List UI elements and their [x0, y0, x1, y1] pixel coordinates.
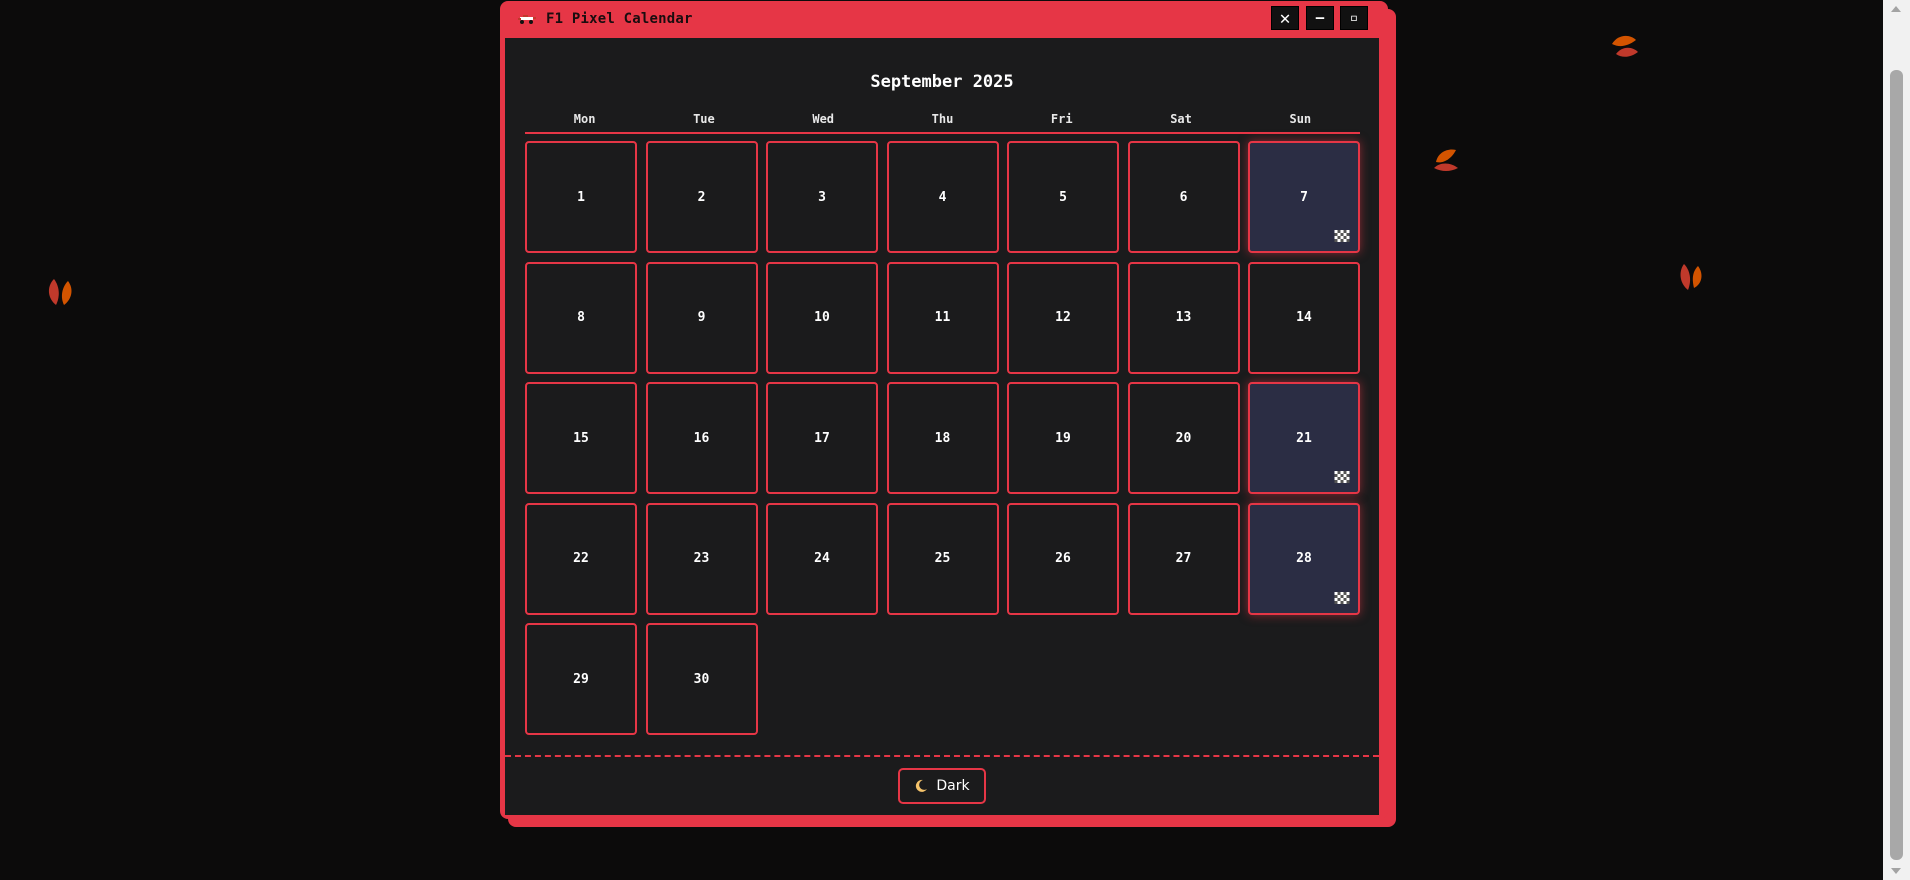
- calendar-window: F1 Pixel Calendar ✕ – ▫ September 2025 M…: [500, 1, 1388, 819]
- leaf-icon: [1612, 35, 1638, 57]
- weekday-label: Sat: [1170, 112, 1192, 126]
- day-cell[interactable]: 23: [645, 502, 758, 615]
- day-cell[interactable]: 8: [525, 261, 637, 374]
- day-cell[interactable]: 18: [886, 382, 999, 494]
- window-title: F1 Pixel Calendar: [546, 11, 693, 27]
- weekday-label: Thu: [931, 112, 954, 126]
- day-cell[interactable]: 6: [1127, 141, 1240, 253]
- day-number: 8: [577, 310, 585, 325]
- day-number: 23: [693, 551, 710, 566]
- day-cell[interactable]: 20: [1127, 382, 1240, 494]
- title-bar[interactable]: F1 Pixel Calendar ✕ – ▫: [500, 1, 1388, 38]
- scroll-up-icon[interactable]: [1891, 6, 1901, 12]
- day-number: 6: [1179, 189, 1188, 205]
- calendar-panel: September 2025 Mon Tue Wed Thu Fri Sat S…: [505, 38, 1379, 815]
- day-cell[interactable]: 27: [1127, 502, 1240, 615]
- day-number: 25: [934, 551, 951, 566]
- day-cell[interactable]: 10: [766, 261, 878, 374]
- day-number: 1: [577, 189, 585, 205]
- day-number: 12: [1055, 310, 1071, 325]
- checkered-flag-icon: [1334, 591, 1350, 604]
- race-car-icon: [518, 15, 536, 24]
- day-cell[interactable]: 5: [1007, 141, 1119, 253]
- day-number: 21: [1296, 430, 1312, 446]
- leaf-icon: [1680, 264, 1702, 290]
- day-cell[interactable]: 1: [525, 141, 637, 253]
- scroll-down-icon[interactable]: [1891, 868, 1901, 874]
- theme-toggle-button[interactable]: Dark: [898, 768, 986, 804]
- scroll-thumb[interactable]: [1890, 70, 1903, 860]
- day-cell[interactable]: 24: [766, 502, 878, 615]
- day-cell[interactable]: 16: [645, 382, 758, 494]
- race-day-cell[interactable]: 28: [1248, 502, 1360, 615]
- weekday-label: Tue: [693, 112, 715, 126]
- day-cell[interactable]: 29: [525, 623, 637, 735]
- month-title: September 2025: [870, 72, 1014, 92]
- day-number: 15: [573, 430, 589, 446]
- day-number: 14: [1296, 310, 1312, 325]
- weekday-label: Sun: [1289, 112, 1312, 126]
- day-number: 19: [1055, 430, 1071, 446]
- day-number: 4: [938, 189, 947, 205]
- day-cell[interactable]: 4: [886, 141, 999, 253]
- day-number: 22: [573, 551, 589, 566]
- day-number: 9: [697, 310, 706, 325]
- day-number: 26: [1055, 551, 1071, 566]
- maximize-button[interactable]: ▫: [1340, 6, 1368, 30]
- day-number: 16: [693, 430, 710, 446]
- day-number: 20: [1175, 430, 1192, 446]
- day-cell[interactable]: 19: [1007, 382, 1119, 494]
- day-number: 17: [814, 430, 830, 446]
- page-scrollbar[interactable]: [1883, 0, 1910, 880]
- day-cell[interactable]: 26: [1007, 502, 1119, 615]
- day-number: 2: [697, 189, 706, 205]
- leaf-icon: [1434, 149, 1458, 171]
- day-cell[interactable]: 22: [525, 502, 637, 615]
- day-grid: 1 2 3 4 5 6 7 8 9 10 11 12 13 14 15 16 17 18 19 20 21 22 23 24 2…: [525, 141, 1360, 735]
- checkered-flag-icon: [1334, 471, 1350, 483]
- moon-icon: [916, 779, 928, 792]
- day-cell[interactable]: 14: [1248, 261, 1360, 374]
- day-number: 18: [934, 430, 951, 446]
- day-cell[interactable]: 25: [886, 502, 999, 615]
- day-number: 3: [818, 189, 826, 205]
- desktop: F1 Pixel Calendar ✕ – ▫ September 2025 M…: [0, 0, 1910, 880]
- day-number: 5: [1059, 189, 1067, 205]
- minimize-button[interactable]: –: [1306, 6, 1334, 30]
- day-number: 27: [1175, 551, 1192, 566]
- day-number: 28: [1296, 551, 1312, 566]
- checkered-flag-icon: [1334, 230, 1350, 242]
- day-cell[interactable]: 30: [645, 623, 758, 735]
- weekday-header: Mon Tue Wed Thu Fri Sat Sun: [525, 112, 1360, 134]
- day-cell[interactable]: 9: [645, 261, 758, 374]
- day-cell[interactable]: 17: [766, 382, 878, 494]
- day-cell[interactable]: 15: [525, 382, 637, 494]
- day-number: 13: [1175, 310, 1192, 325]
- theme-toggle-label: Dark: [936, 778, 970, 794]
- race-day-cell[interactable]: 21: [1248, 382, 1360, 494]
- leaf-icon: [48, 279, 72, 305]
- day-cell[interactable]: 2: [645, 141, 758, 253]
- day-number: 30: [693, 671, 710, 687]
- weekday-label: Fri: [1050, 112, 1073, 126]
- day-number: 29: [573, 671, 589, 687]
- close-button[interactable]: ✕: [1271, 6, 1299, 30]
- day-cell[interactable]: 11: [886, 261, 999, 374]
- day-number: 24: [814, 551, 830, 566]
- day-number: 7: [1300, 189, 1308, 205]
- race-day-cell[interactable]: 7: [1248, 141, 1360, 253]
- day-number: 11: [934, 310, 951, 325]
- day-number: 10: [814, 310, 830, 325]
- day-cell[interactable]: 13: [1127, 261, 1240, 374]
- footer-divider: [505, 755, 1379, 757]
- weekday-label: Wed: [812, 112, 835, 126]
- weekday-label: Mon: [573, 112, 596, 126]
- day-cell[interactable]: 3: [766, 141, 878, 253]
- day-cell[interactable]: 12: [1007, 261, 1119, 374]
